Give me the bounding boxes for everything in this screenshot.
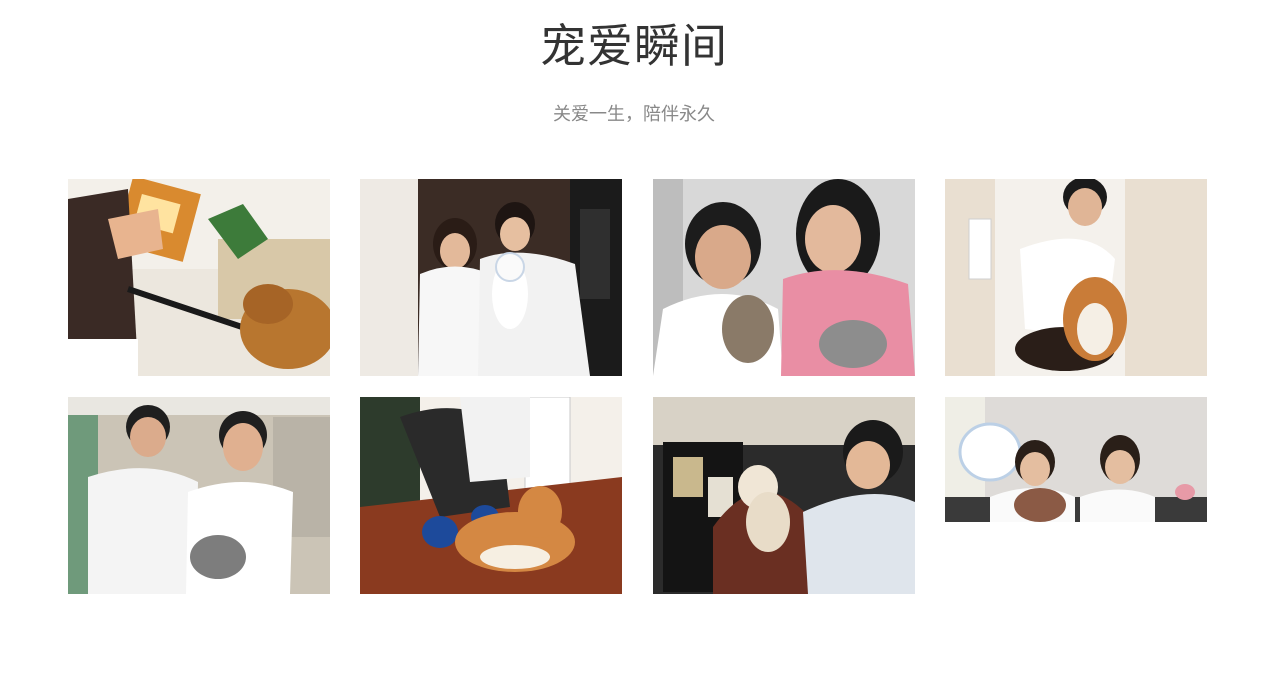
- photo-image: [68, 179, 330, 376]
- gallery-photo-men-cat[interactable]: [68, 397, 330, 594]
- pet-moments-section: 宠爱瞬间 关爱一生，陪伴永久: [0, 0, 1268, 679]
- section-title: 宠爱瞬间: [540, 19, 728, 73]
- photo-image: [360, 179, 622, 376]
- gallery-photo-chihuahua[interactable]: [653, 397, 915, 594]
- photo-image: [360, 397, 622, 594]
- gallery-photo-vet-corgi[interactable]: [945, 179, 1207, 376]
- photo-image: [945, 179, 1207, 376]
- photo-image: [653, 397, 915, 594]
- gallery-photo-vets-poodle[interactable]: [945, 397, 1207, 522]
- gallery-photo-girls-cats[interactable]: [653, 179, 915, 376]
- photo-image: [68, 397, 330, 594]
- photo-image: [653, 179, 915, 376]
- photo-image: [945, 397, 1207, 522]
- gallery-photo-shiba[interactable]: [360, 397, 622, 594]
- gallery-photo-dog-treat[interactable]: [68, 179, 330, 376]
- gallery-photo-couple-cat[interactable]: [360, 179, 622, 376]
- section-subtitle: 关爱一生，陪伴永久: [553, 104, 715, 125]
